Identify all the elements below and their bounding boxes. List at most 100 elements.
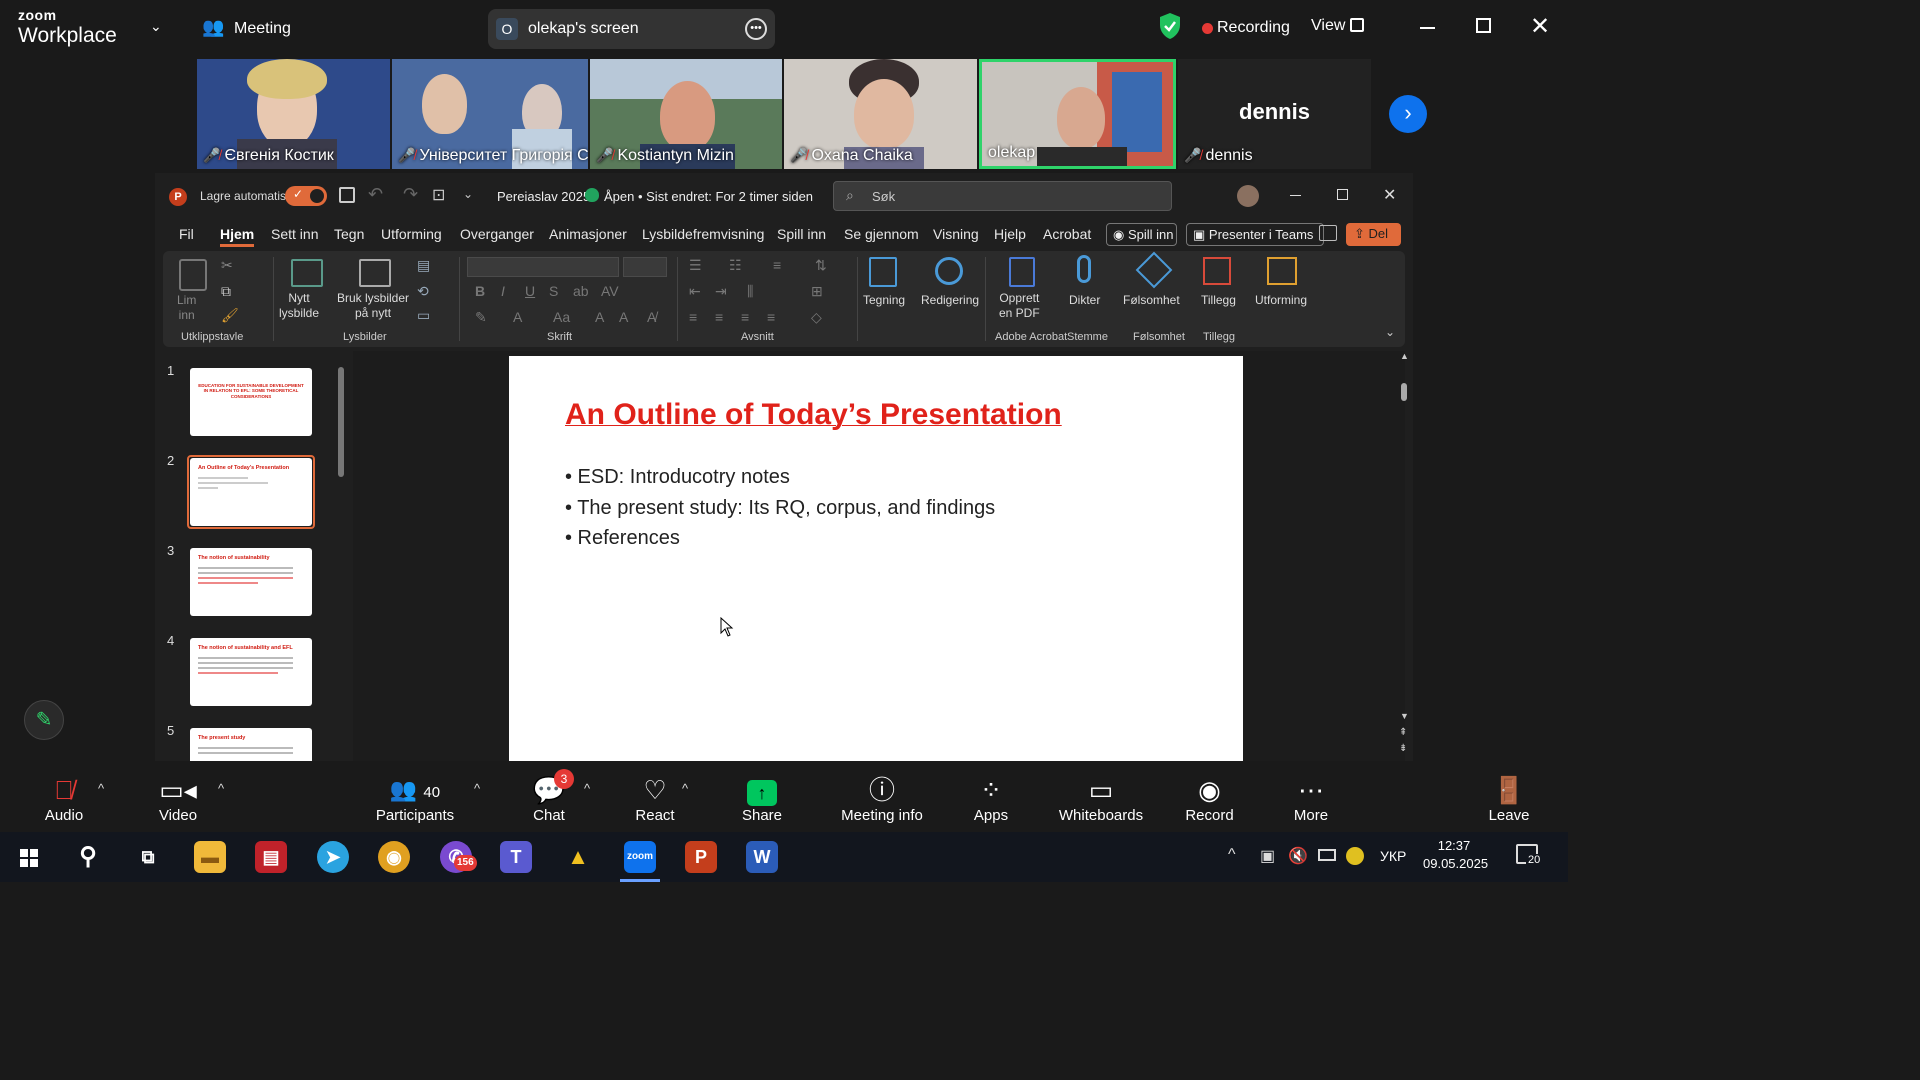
cut-icon[interactable]: ✂ [221, 257, 233, 274]
word-taskbar-icon[interactable]: W [746, 841, 778, 873]
slide-thumbnail-selected[interactable]: An Outline of Today's Presentation [190, 458, 312, 526]
participant-tile[interactable]: 🎤̸Університет Григорія Ск... [392, 59, 588, 169]
reuse-slides-label[interactable]: Bruk lysbilder på nytt [337, 291, 409, 321]
react-caret-icon[interactable]: ^ [682, 781, 688, 796]
sensitivity-icon[interactable] [1135, 251, 1173, 289]
participants-caret-icon[interactable]: ^ [474, 781, 480, 796]
task-view-icon[interactable]: ⧉ [132, 841, 164, 873]
customize-qat-icon[interactable]: ⌄ [463, 187, 473, 201]
numbering-icon[interactable]: ☷ [729, 257, 742, 274]
change-case-icon[interactable]: Aa [553, 309, 570, 325]
participant-tile[interactable]: 🎤̸ Kostiantyn Mizin [590, 59, 782, 169]
italic-icon[interactable]: I [501, 283, 505, 299]
vertical-scrollbar[interactable]: ▲ ▼ ⇞ ⇟ [1399, 351, 1409, 761]
react-button[interactable]: ♡ React [630, 773, 680, 824]
align-center-icon[interactable]: ≡ [715, 309, 723, 325]
copy-icon[interactable]: ⧉ [221, 283, 231, 300]
shadow-icon[interactable]: S [549, 283, 558, 299]
meet-now-icon[interactable]: ▣ [1260, 846, 1275, 866]
warning-app-icon[interactable]: ▲ [562, 841, 594, 873]
font-family-select[interactable] [467, 257, 619, 277]
document-status[interactable]: Åpen • Sist endret: For 2 timer siden [604, 189, 813, 204]
tab-sett-inn[interactable]: Sett inn [271, 226, 318, 242]
tab-se-gjennom[interactable]: Se gjennom [844, 226, 919, 242]
teams-icon[interactable]: T [500, 841, 532, 873]
decrease-indent-icon[interactable]: ⇤ [689, 283, 701, 300]
slide-thumbnail[interactable]: The present study [190, 728, 312, 761]
grow-font-icon[interactable]: A [595, 309, 604, 325]
apps-button[interactable]: ⁘ Apps [966, 773, 1016, 824]
add-ins-icon[interactable] [1203, 257, 1231, 285]
tab-utforming[interactable]: Utforming [381, 226, 442, 242]
font-size-select[interactable] [623, 257, 667, 277]
slide-thumbnail[interactable]: The notion of sustainability [190, 548, 312, 616]
annotate-pencil-icon[interactable]: ✎ [24, 700, 64, 740]
video-button[interactable]: ▭◂ Video [152, 773, 204, 824]
spacing-icon[interactable]: AV [601, 283, 619, 299]
slide-bullet[interactable]: • References [565, 527, 680, 550]
audio-options-caret-icon[interactable]: ^ [98, 781, 104, 796]
tab-visning[interactable]: Visning [933, 226, 979, 242]
participant-tile-active-speaker[interactable]: olekap [979, 59, 1176, 169]
share-button[interactable]: ⇪ Del [1346, 223, 1401, 246]
participants-button[interactable]: 👥 40 Participants [370, 773, 460, 824]
columns-icon[interactable]: ⫼ [747, 283, 753, 300]
dictate-icon[interactable] [1077, 255, 1091, 283]
bold-icon[interactable]: B [475, 283, 485, 299]
close-icon[interactable]: ✕ [1383, 185, 1396, 205]
minimize-icon[interactable] [1290, 195, 1301, 196]
editing-label[interactable]: Redigering [921, 293, 979, 308]
gallery-next-icon[interactable]: › [1389, 95, 1427, 133]
recording-label[interactable]: Recording [1217, 19, 1290, 37]
undo-icon[interactable]: ↶ [368, 184, 383, 205]
viber-icon[interactable]: ✆ 156 [440, 841, 477, 873]
drawing-icon[interactable] [869, 257, 897, 287]
sensitivity-label[interactable]: Følsomhet [1123, 293, 1180, 308]
vpn-shield-icon[interactable] [1346, 847, 1364, 865]
current-slide[interactable]: An Outline of Today’s Presentation • ESD… [509, 356, 1243, 761]
redo-icon[interactable]: ↷ [403, 184, 418, 205]
paste-label[interactable]: Lim inn [177, 293, 196, 323]
participant-tile[interactable]: 🎤̸ Євгенія Костик [197, 59, 390, 169]
record-button[interactable]: ◉ Record [1182, 773, 1237, 824]
smartart-icon[interactable]: ◇ [811, 309, 822, 326]
paste-icon[interactable] [179, 259, 207, 291]
zoom-taskbar-icon[interactable]: zoom [624, 841, 656, 873]
autosave-toggle[interactable]: ✓ [285, 186, 327, 206]
view-label[interactable]: View [1311, 17, 1345, 35]
add-ins-label[interactable]: Tillegg [1201, 293, 1236, 308]
line-spacing-icon[interactable]: ≡ [773, 257, 781, 273]
windows-start-icon[interactable] [20, 849, 38, 867]
section-icon[interactable]: ▭ [417, 307, 430, 324]
tab-fil[interactable]: Fil [179, 226, 194, 242]
clear-format-icon[interactable]: A̸ [647, 309, 656, 325]
slide-bullet[interactable]: • The present study: Its RQ, corpus, and… [565, 497, 995, 520]
search-box[interactable]: ⌕ Søk [833, 181, 1172, 211]
powerpoint-taskbar-icon[interactable]: P [685, 841, 717, 873]
tab-overganger[interactable]: Overganger [460, 226, 534, 242]
align-right-icon[interactable]: ≡ [741, 309, 749, 325]
audio-button[interactable]: 🎙̸ Audio [38, 773, 90, 824]
slide-thumbnail[interactable]: The notion of sustainability and EFL [190, 638, 312, 706]
tab-animasjoner[interactable]: Animasjoner [549, 226, 627, 242]
tab-lysbildefremvisning[interactable]: Lysbildefremvisning [642, 226, 764, 242]
tab-spill-inn[interactable]: Spill inn [777, 226, 826, 242]
telegram-icon[interactable]: ➤ [317, 841, 349, 873]
close-icon[interactable]: ✕ [1530, 12, 1550, 41]
more-options-icon[interactable]: ••• [745, 18, 767, 40]
record-button[interactable]: ◉ Spill inn [1106, 223, 1177, 246]
participant-tile[interactable]: dennis 🎤̸ dennis [1178, 59, 1371, 169]
grid-view-icon[interactable] [1350, 18, 1364, 32]
bullets-icon[interactable]: ☰ [689, 257, 702, 274]
input-language[interactable]: УКР [1380, 848, 1406, 864]
clock[interactable]: 12:37 09.05.2025 [1423, 838, 1488, 871]
next-slide-icon[interactable]: ⇟ [1399, 743, 1407, 754]
search-icon[interactable]: ⚲ [72, 841, 104, 873]
notifications-icon[interactable]: 20 [1516, 844, 1543, 866]
slide-bullet[interactable]: • ESD: Introducotry notes [565, 466, 790, 489]
save-icon[interactable] [339, 187, 355, 203]
video-options-caret-icon[interactable]: ^ [218, 781, 224, 796]
chevron-down-icon[interactable]: ⌄ [150, 18, 162, 35]
prev-slide-icon[interactable]: ⇞ [1399, 727, 1407, 738]
meeting-info-button[interactable]: ⓘ Meeting info [836, 773, 928, 824]
